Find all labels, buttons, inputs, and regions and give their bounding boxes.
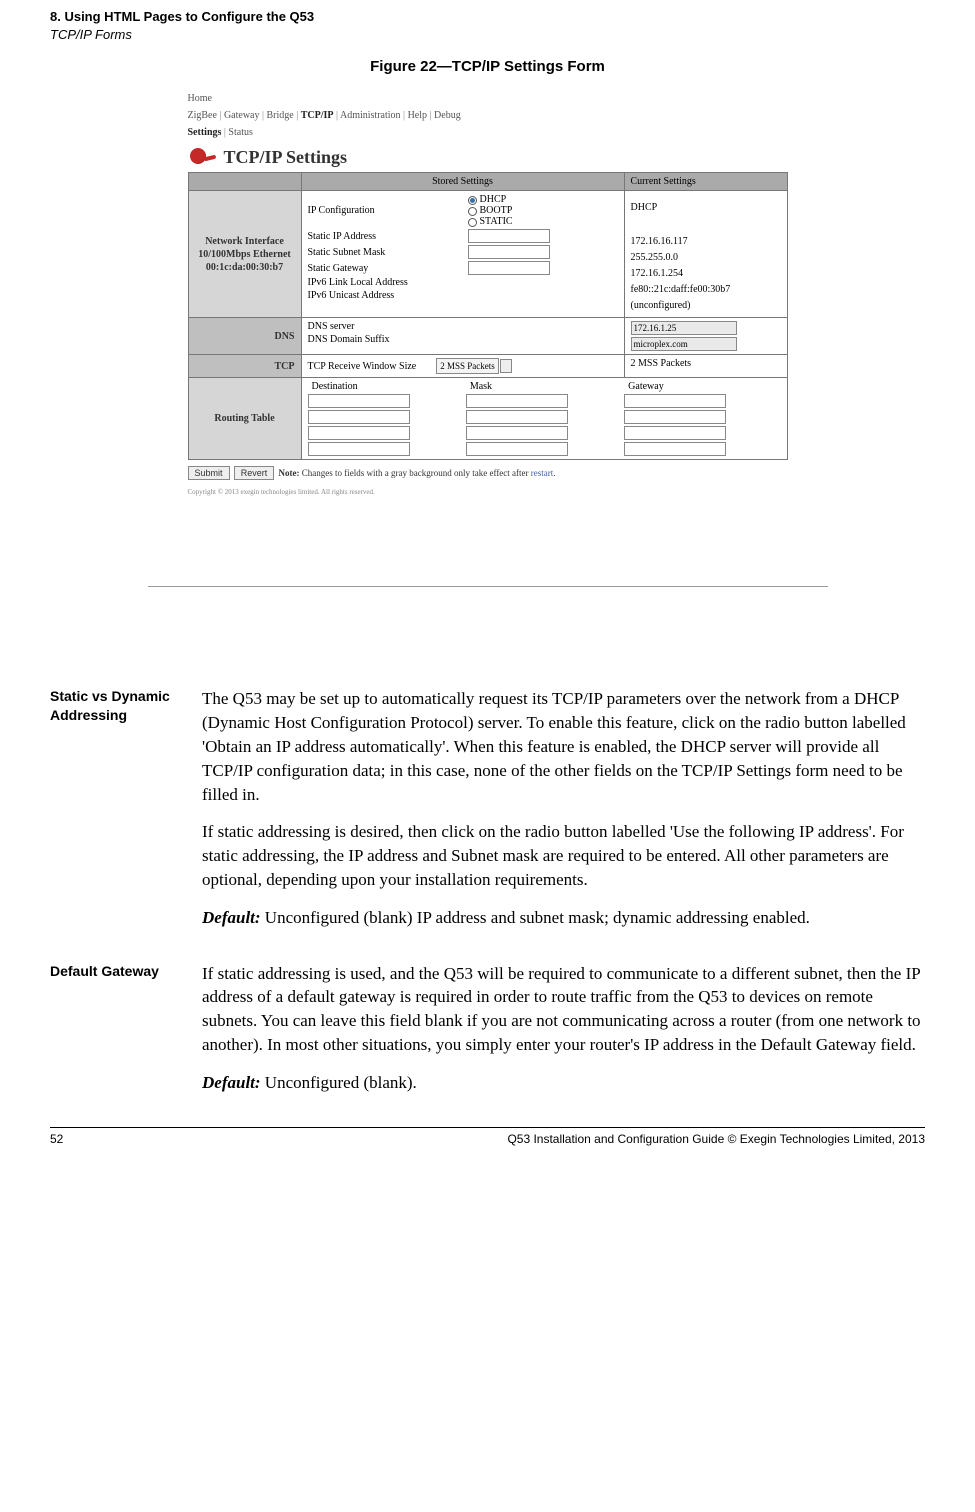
footer-text: Q53 Installation and Configuration Guide… bbox=[90, 1132, 925, 1146]
dns-server-input[interactable]: 172.16.1.25 bbox=[631, 321, 737, 335]
static-ip-input[interactable] bbox=[468, 229, 550, 243]
default-gateway-p1: If static addressing is used, and the Q5… bbox=[202, 962, 925, 1057]
static-dynamic-default: Default: Unconfigured (blank) IP address… bbox=[202, 906, 925, 930]
routing-col-destination: Destination bbox=[308, 381, 464, 392]
netif-label: Network Interface 10/100Mbps Ethernet 00… bbox=[188, 191, 301, 318]
dns-label: DNS bbox=[188, 318, 301, 355]
routing-dest-1[interactable] bbox=[308, 394, 410, 408]
tcp-win-select[interactable]: 2 MSS Packets bbox=[436, 358, 499, 374]
routing-dest-4[interactable] bbox=[308, 442, 410, 456]
routing-mask-4[interactable] bbox=[466, 442, 568, 456]
bc-help[interactable]: Help bbox=[408, 110, 427, 121]
note-row: Submit Revert Note: Changes to fields wi… bbox=[188, 466, 788, 480]
subnet-input[interactable] bbox=[468, 245, 550, 259]
static-dynamic-p2: If static addressing is desired, then cl… bbox=[202, 820, 925, 891]
breadcrumb-row-1: Home bbox=[188, 91, 788, 106]
ipconf-label: IP Configuration bbox=[308, 205, 468, 216]
bc-status[interactable]: Status bbox=[228, 127, 252, 138]
bc-administration[interactable]: Administration bbox=[340, 110, 401, 121]
routing-gw-3[interactable] bbox=[624, 426, 726, 440]
tcp-win-label: TCP Receive Window Size bbox=[308, 361, 417, 372]
ipv6ll-current: fe80::21c:daff:fe00:30b7 bbox=[631, 282, 781, 298]
col-stored: Stored Settings bbox=[301, 173, 624, 191]
page-number: 52 bbox=[50, 1132, 90, 1146]
bc-bridge[interactable]: Bridge bbox=[267, 110, 294, 121]
breadcrumb-row-3: Settings | Status bbox=[188, 125, 788, 140]
col-current: Current Settings bbox=[624, 173, 787, 191]
routing-gw-2[interactable] bbox=[624, 410, 726, 424]
note-prefix: Note: bbox=[279, 468, 300, 478]
ipconf-current: DHCP bbox=[631, 200, 781, 216]
default-gateway-default: Default: Unconfigured (blank). bbox=[202, 1071, 925, 1095]
routing-col-mask: Mask bbox=[466, 381, 622, 392]
page-title: TCP/IP Settings bbox=[224, 147, 348, 168]
bc-gateway[interactable]: Gateway bbox=[224, 110, 260, 121]
margin-static-dynamic: Static vs Dynamic Addressing bbox=[50, 687, 202, 943]
revert-button[interactable]: Revert bbox=[234, 466, 275, 480]
dns-server-label: DNS server bbox=[308, 321, 468, 332]
routing-dest-3[interactable] bbox=[308, 426, 410, 440]
static-dynamic-p1: The Q53 may be set up to automatically r… bbox=[202, 687, 925, 806]
bc-settings[interactable]: Settings bbox=[188, 127, 222, 138]
running-header-line2: TCP/IP Forms bbox=[50, 26, 925, 44]
routing-gw-4[interactable] bbox=[624, 442, 726, 456]
bc-zigbee[interactable]: ZigBee bbox=[188, 110, 217, 121]
tcpip-settings-screenshot: Home ZigBee | Gateway | Bridge | TCP/IP … bbox=[188, 91, 788, 587]
breadcrumb-home[interactable]: Home bbox=[188, 93, 212, 104]
radio-bootp[interactable] bbox=[468, 207, 477, 216]
running-header-line1: 8. Using HTML Pages to Configure the Q53 bbox=[50, 8, 925, 26]
radio-static[interactable] bbox=[468, 218, 477, 227]
gateway-input[interactable] bbox=[468, 261, 550, 275]
bc-debug[interactable]: Debug bbox=[434, 110, 461, 121]
copyright-text: Copyright © 2013 exegin technologies lim… bbox=[188, 488, 788, 496]
ipv6ll-label: IPv6 Link Local Address bbox=[308, 277, 468, 288]
routing-mask-3[interactable] bbox=[466, 426, 568, 440]
divider bbox=[148, 586, 828, 587]
gateway-label: Static Gateway bbox=[308, 263, 468, 274]
bc-tcpip[interactable]: TCP/IP bbox=[301, 110, 334, 121]
exegin-logo-icon bbox=[188, 146, 216, 168]
submit-button[interactable]: Submit bbox=[188, 466, 230, 480]
routing-mask-1[interactable] bbox=[466, 394, 568, 408]
ipv6uni-label: IPv6 Unicast Address bbox=[308, 290, 468, 301]
running-header: 8. Using HTML Pages to Configure the Q53… bbox=[50, 8, 925, 44]
page-footer: 52 Q53 Installation and Configuration Gu… bbox=[50, 1127, 925, 1146]
subnet-current: 255.255.0.0 bbox=[631, 250, 781, 266]
routing-label: Routing Table bbox=[188, 378, 301, 460]
breadcrumb-row-2: ZigBee | Gateway | Bridge | TCP/IP | Adm… bbox=[188, 108, 788, 123]
routing-col-gateway: Gateway bbox=[624, 381, 780, 392]
figure-caption: Figure 22—TCP/IP Settings Form bbox=[50, 58, 925, 75]
gateway-current: 172.16.1.254 bbox=[631, 266, 781, 282]
routing-mask-2[interactable] bbox=[466, 410, 568, 424]
dns-suffix-input[interactable]: microplex.com bbox=[631, 337, 737, 351]
static-ip-label: Static IP Address bbox=[308, 231, 468, 242]
static-ip-current: 172.16.16.117 bbox=[631, 234, 781, 250]
ipv6uni-current: (unconfigured) bbox=[631, 298, 781, 314]
routing-gw-1[interactable] bbox=[624, 394, 726, 408]
routing-dest-2[interactable] bbox=[308, 410, 410, 424]
subnet-label: Static Subnet Mask bbox=[308, 247, 468, 258]
restart-link[interactable]: restart bbox=[531, 468, 554, 478]
dns-suffix-label: DNS Domain Suffix bbox=[308, 334, 468, 345]
radio-dhcp[interactable] bbox=[468, 196, 477, 205]
tcp-win-current: 2 MSS Packets bbox=[624, 355, 787, 378]
settings-table: Stored Settings Current Settings Network… bbox=[188, 172, 788, 460]
margin-default-gateway: Default Gateway bbox=[50, 962, 202, 1109]
tcp-label: TCP bbox=[188, 355, 301, 378]
note-body: Changes to fields with a gray background… bbox=[302, 468, 531, 478]
